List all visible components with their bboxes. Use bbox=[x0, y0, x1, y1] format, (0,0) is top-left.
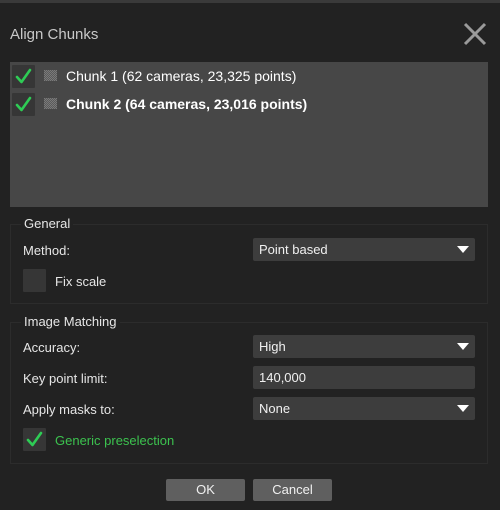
chunk-list[interactable]: Chunk 1 (62 cameras, 23,325 points) Chun… bbox=[10, 62, 488, 207]
dialog-title: Align Chunks bbox=[10, 26, 99, 43]
chunk-row[interactable]: Chunk 1 (62 cameras, 23,325 points) bbox=[10, 64, 488, 90]
cancel-button[interactable]: Cancel bbox=[253, 479, 332, 501]
fix-scale-label: Fix scale bbox=[55, 274, 107, 289]
chunk-row[interactable]: Chunk 2 (64 cameras, 23,016 points) bbox=[10, 92, 488, 118]
chevron-down-icon bbox=[457, 405, 469, 412]
general-group bbox=[10, 224, 488, 304]
apply-masks-value: None bbox=[259, 401, 291, 416]
method-dropdown[interactable]: Point based bbox=[253, 238, 475, 261]
generic-preselection-label: Generic preselection bbox=[55, 433, 175, 448]
apply-masks-dropdown[interactable]: None bbox=[253, 397, 475, 420]
chunk-icon bbox=[44, 98, 57, 109]
method-label: Method: bbox=[23, 243, 70, 258]
window-top-edge bbox=[0, 0, 500, 3]
checkmark-icon bbox=[15, 96, 32, 112]
chevron-down-icon bbox=[457, 246, 469, 253]
key-point-limit-input[interactable] bbox=[253, 366, 475, 389]
generic-preselection-checkbox[interactable] bbox=[23, 428, 46, 451]
chunk-1-checkbox[interactable] bbox=[12, 65, 35, 88]
chunk-2-checkbox[interactable] bbox=[12, 93, 35, 116]
checkmark-icon bbox=[26, 431, 43, 447]
accuracy-value: High bbox=[259, 339, 286, 354]
key-point-limit-label: Key point limit: bbox=[23, 371, 108, 386]
chevron-down-icon bbox=[457, 343, 469, 350]
image-matching-group-title: Image Matching bbox=[21, 314, 120, 329]
close-button[interactable] bbox=[463, 22, 487, 46]
fix-scale-checkbox[interactable] bbox=[23, 269, 46, 292]
chunk-1-label: Chunk 1 (62 cameras, 23,325 points) bbox=[66, 68, 297, 84]
general-group-title: General bbox=[21, 216, 74, 231]
accuracy-label: Accuracy: bbox=[23, 340, 81, 355]
chunk-icon bbox=[44, 70, 57, 81]
chunk-2-label: Chunk 2 (64 cameras, 23,016 points) bbox=[66, 96, 308, 112]
ok-button[interactable]: OK bbox=[166, 479, 245, 501]
checkmark-icon bbox=[15, 68, 32, 84]
apply-masks-label: Apply masks to: bbox=[23, 402, 115, 417]
method-value: Point based bbox=[259, 242, 328, 257]
accuracy-dropdown[interactable]: High bbox=[253, 335, 475, 358]
close-icon bbox=[463, 22, 487, 46]
